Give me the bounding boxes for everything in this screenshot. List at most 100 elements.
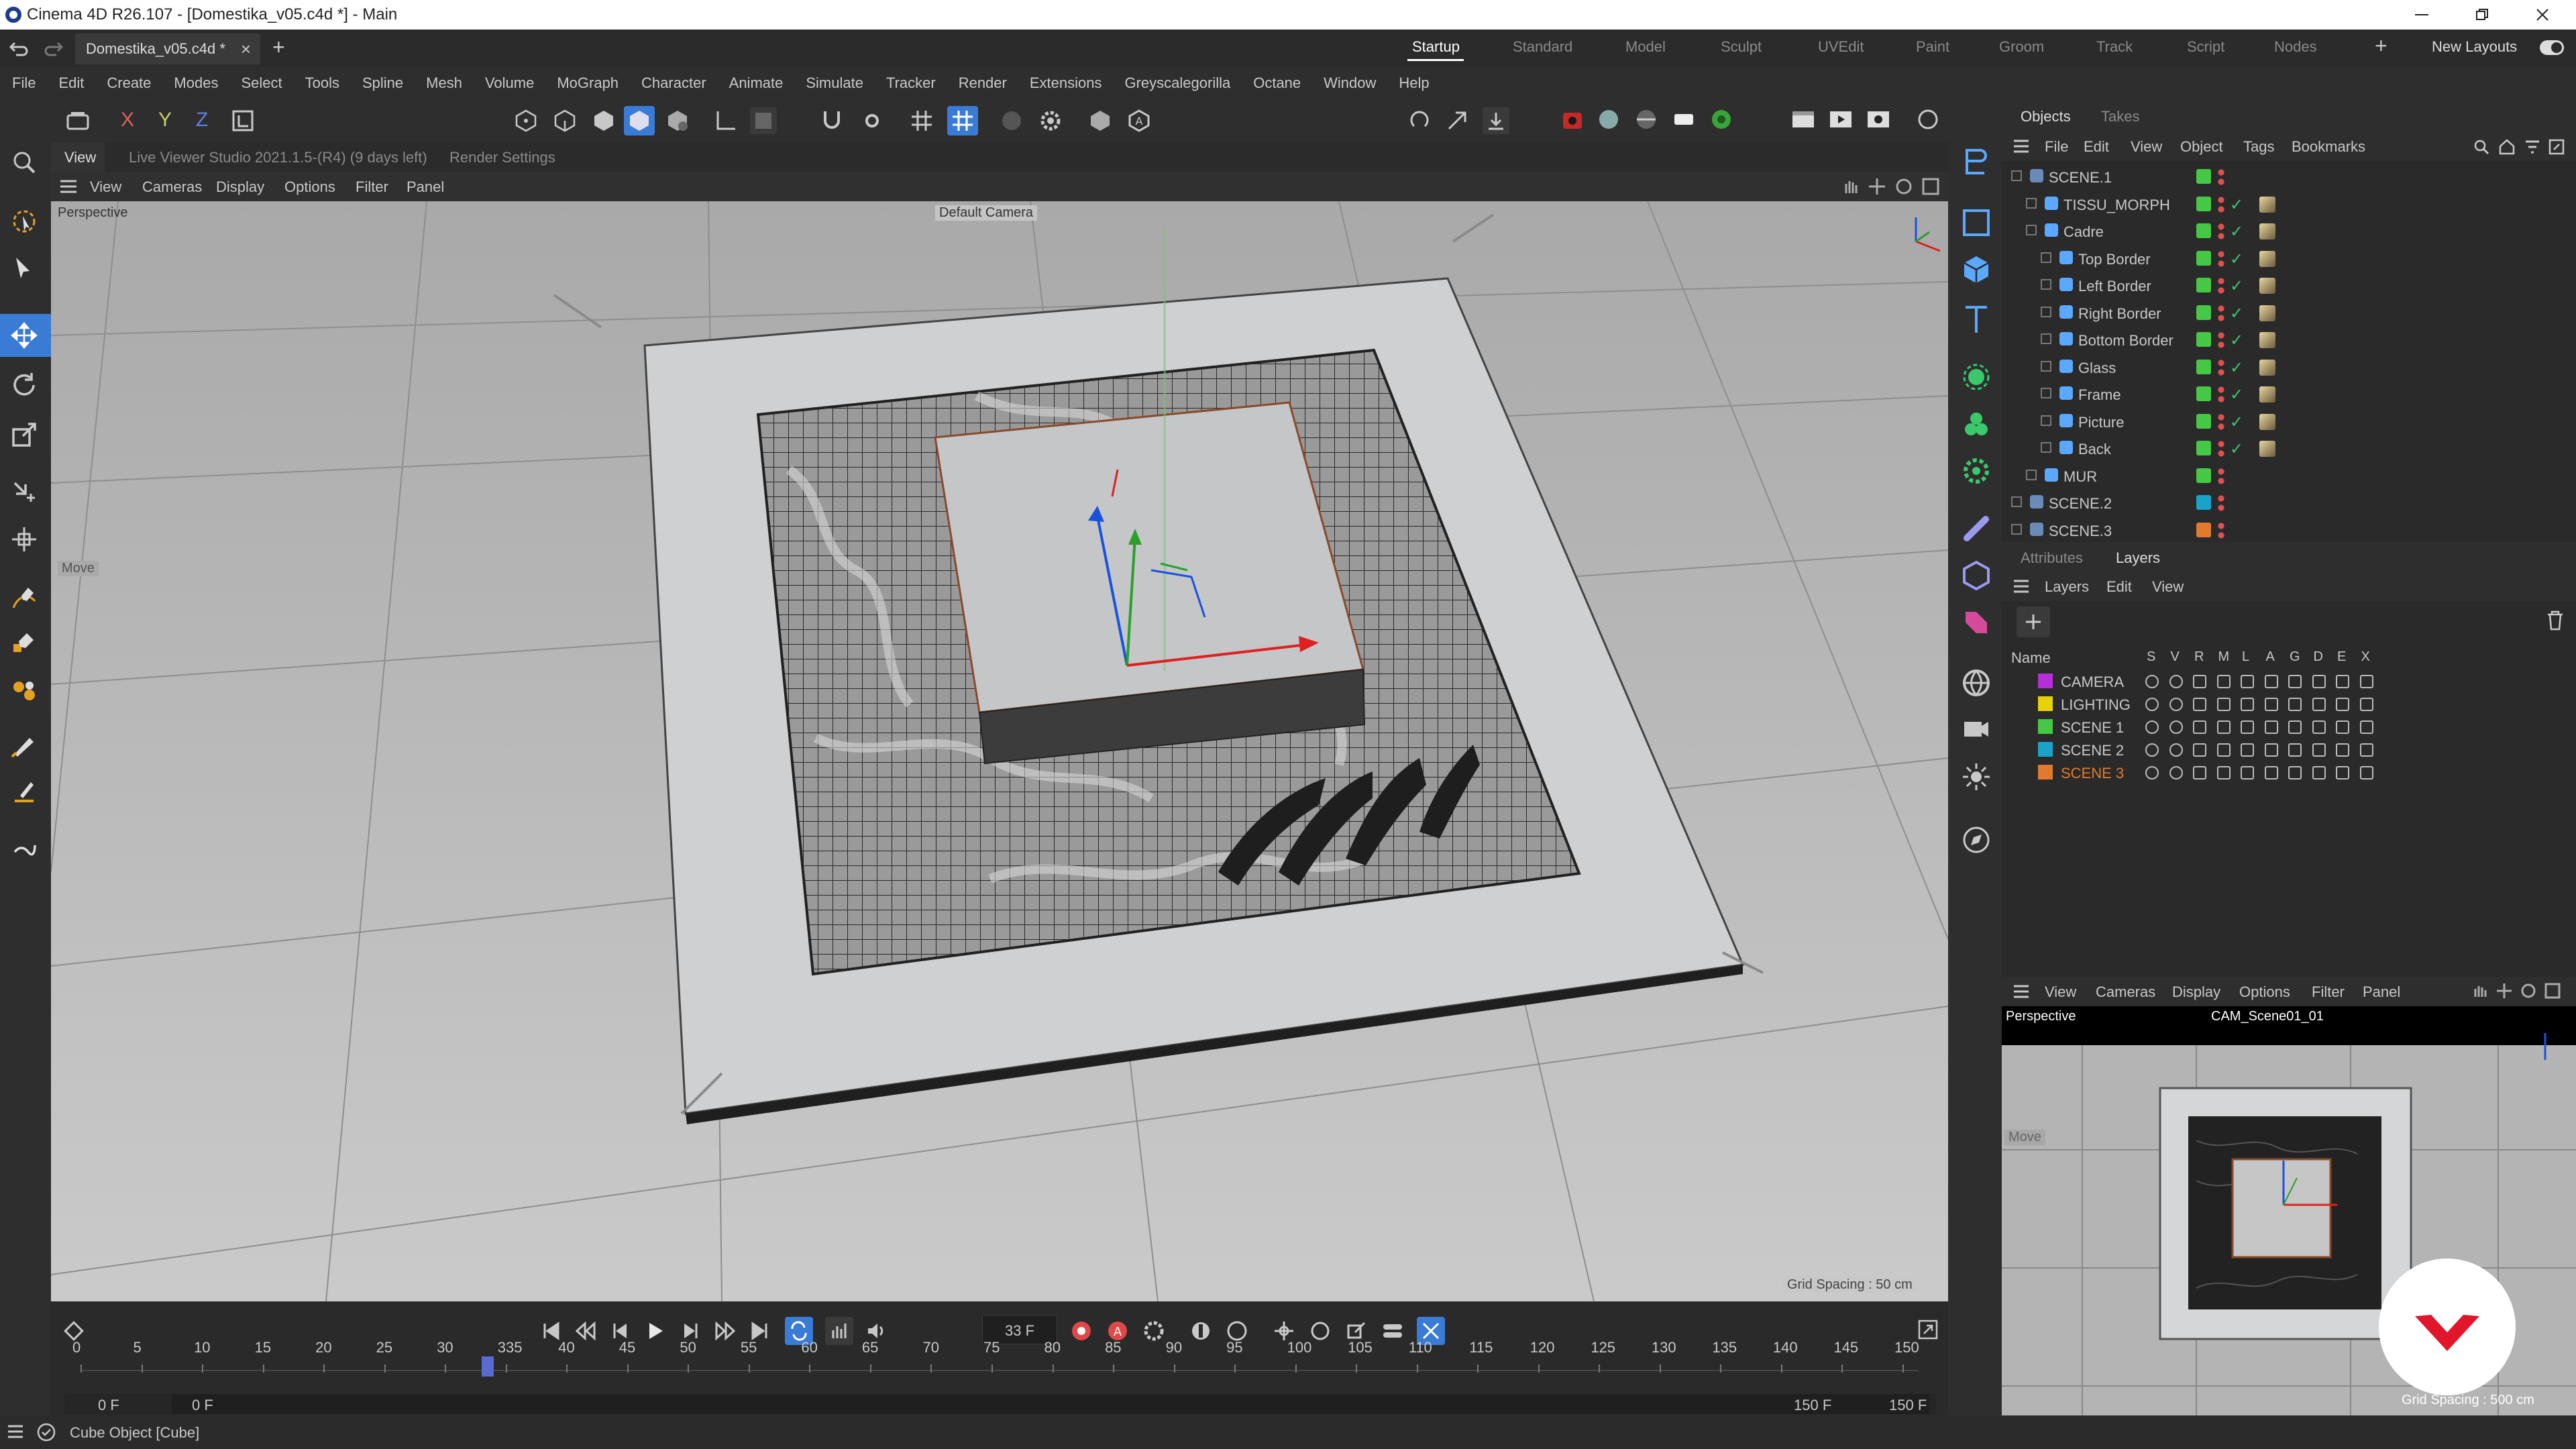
enabled-check-icon[interactable]: ✓ <box>2230 222 2243 241</box>
menu-create[interactable]: Create <box>107 74 151 92</box>
layout-tab-startup[interactable]: Startup <box>1412 38 1460 56</box>
obj-menu-object[interactable]: Object <box>2180 138 2223 156</box>
layer-flag-icon[interactable] <box>2359 720 2373 734</box>
speaker-icon[interactable] <box>865 1321 885 1341</box>
object-name[interactable]: Frame <box>2078 386 2121 404</box>
menu-edit[interactable]: Edit <box>58 74 84 92</box>
expand-toggle-icon[interactable] <box>2011 496 2022 507</box>
preview-move-icon[interactable] <box>2496 982 2513 1000</box>
layer-color-swatch[interactable] <box>2038 765 2053 780</box>
object-name[interactable]: Top Border <box>2078 251 2151 268</box>
visibility-dots-icon[interactable] <box>2218 278 2224 294</box>
points-mode-icon[interactable] <box>514 109 538 133</box>
new-tab-button[interactable]: + <box>272 35 285 60</box>
layer-flag-icon[interactable] <box>2359 743 2373 757</box>
menu-mograph[interactable]: MoGraph <box>557 74 619 92</box>
layer-color-swatch[interactable] <box>2196 441 2211 455</box>
visibility-dots-icon[interactable] <box>2218 250 2224 267</box>
play-icon[interactable] <box>645 1321 665 1341</box>
visibility-dots-icon[interactable] <box>2218 305 2224 321</box>
texture-mode-icon[interactable] <box>665 109 690 133</box>
object-name[interactable]: MUR <box>2063 468 2097 486</box>
material-tag-icon[interactable] <box>2259 305 2275 321</box>
material-tag-icon[interactable] <box>2259 332 2275 348</box>
expand-toggle-icon[interactable] <box>2041 279 2051 290</box>
layer-flag-icon[interactable] <box>2241 675 2254 688</box>
layer-flag-icon[interactable] <box>2312 766 2326 780</box>
visibility-dots-icon[interactable] <box>2218 441 2224 457</box>
object-name[interactable]: Left Border <box>2078 278 2151 295</box>
spline-sketch-icon[interactable] <box>9 629 39 659</box>
close-icon[interactable] <box>2529 4 2556 25</box>
visibility-dots-icon[interactable] <box>2218 223 2224 239</box>
tab-layers[interactable]: Layers <box>2116 549 2160 567</box>
menu-extensions[interactable]: Extensions <box>1030 74 1102 92</box>
environment-object-icon[interactable] <box>1960 667 1992 699</box>
cube-object-icon[interactable] <box>1960 254 1992 286</box>
preview-menu-view[interactable]: View <box>2045 983 2076 1001</box>
menu-simulate[interactable]: Simulate <box>806 74 863 92</box>
visibility-dots-icon[interactable] <box>2218 413 2224 430</box>
visibility-dots-icon[interactable] <box>2218 196 2224 213</box>
object-name[interactable]: Back <box>2078 441 2111 458</box>
material-sphere-icon[interactable] <box>1597 107 1621 131</box>
axis-y-toggle[interactable]: Y <box>158 109 172 131</box>
layer-flag-icon[interactable] <box>2193 675 2206 688</box>
material-tag-icon[interactable] <box>2259 359 2275 376</box>
preview-hamburger-icon[interactable] <box>2012 983 2030 1000</box>
frame-ruler[interactable]: 0 5 10 15 20 25 30 335 40 45 50 55 60 65 70 75 80 85 90 95 1… <box>51 1339 1948 1391</box>
layer-flag-icon[interactable] <box>2145 720 2159 734</box>
layer-color-swatch[interactable] <box>2038 719 2053 734</box>
axis-x-toggle[interactable]: X <box>121 109 134 131</box>
layer-flag-icon[interactable] <box>2241 698 2254 711</box>
next-key-icon[interactable] <box>715 1321 735 1341</box>
layer-color-swatch[interactable] <box>2196 305 2211 320</box>
visibility-dots-icon[interactable] <box>2218 359 2224 376</box>
object-row[interactable]: Frame ✓ <box>2002 381 2576 408</box>
preview-menu-filter[interactable]: Filter <box>2312 983 2345 1001</box>
vp-menu-cameras[interactable]: Cameras <box>142 178 202 196</box>
plane-object-icon[interactable] <box>1960 207 1992 239</box>
spline-pen-icon[interactable] <box>9 584 39 613</box>
previous-key-icon[interactable] <box>576 1321 596 1341</box>
keyframe-record-icon[interactable] <box>1189 1319 1213 1343</box>
render-settings-tab[interactable]: Render Settings <box>449 149 555 166</box>
snap-settings-icon[interactable] <box>860 109 884 133</box>
layout-toggle[interactable] <box>2540 40 2564 55</box>
object-row[interactable]: Back ✓ <box>2002 435 2576 462</box>
layers-hamburger-icon[interactable] <box>2012 578 2030 594</box>
layout-tab-script[interactable]: Script <box>2187 38 2224 56</box>
expand-toggle-icon[interactable] <box>2011 170 2022 181</box>
light-icon[interactable] <box>1672 107 1696 131</box>
layer-color-swatch[interactable] <box>2196 250 2211 266</box>
camera-object-icon[interactable] <box>1960 145 1992 177</box>
vp-menu-panel[interactable]: Panel <box>407 178 444 196</box>
layer-flag-icon[interactable] <box>2312 675 2326 688</box>
object-name[interactable]: Picture <box>2078 414 2124 431</box>
expand-toggle-icon[interactable] <box>2041 306 2051 317</box>
layer-color-swatch[interactable] <box>2196 386 2211 401</box>
move-tool-icon[interactable] <box>9 321 39 350</box>
object-name[interactable]: TISSU_MORPH <box>2063 197 2170 214</box>
param-key-icon[interactable] <box>1381 1319 1405 1343</box>
layer-flag-icon[interactable] <box>2216 720 2231 734</box>
objects-expand-icon[interactable] <box>2548 138 2565 156</box>
object-row[interactable]: MUR <box>2002 463 2576 490</box>
object-name[interactable]: Cadre <box>2063 223 2104 241</box>
range-slider-track[interactable] <box>172 1394 1929 1414</box>
layer-flag-icon[interactable] <box>2145 766 2159 780</box>
object-name[interactable]: SCENE.2 <box>2049 495 2112 513</box>
object-row[interactable]: Right Border ✓ <box>2002 300 2576 327</box>
objects-search-icon[interactable] <box>2473 138 2490 156</box>
layer-flag-icon[interactable] <box>2288 698 2302 711</box>
rotate-view-icon[interactable] <box>1894 177 1913 196</box>
object-name[interactable]: Glass <box>2078 360 2116 377</box>
add-layer-icon[interactable] <box>2017 606 2050 637</box>
enabled-check-icon[interactable]: ✓ <box>2230 331 2243 350</box>
expand-toggle-icon[interactable] <box>2041 415 2051 426</box>
enabled-check-icon[interactable]: ✓ <box>2230 304 2243 323</box>
menu-modes[interactable]: Modes <box>174 74 218 92</box>
object-row[interactable]: SCENE.1 <box>2002 164 2576 191</box>
layer-row[interactable]: SCENE 1 <box>2002 715 2576 738</box>
layer-flag-icon[interactable] <box>2312 698 2326 711</box>
